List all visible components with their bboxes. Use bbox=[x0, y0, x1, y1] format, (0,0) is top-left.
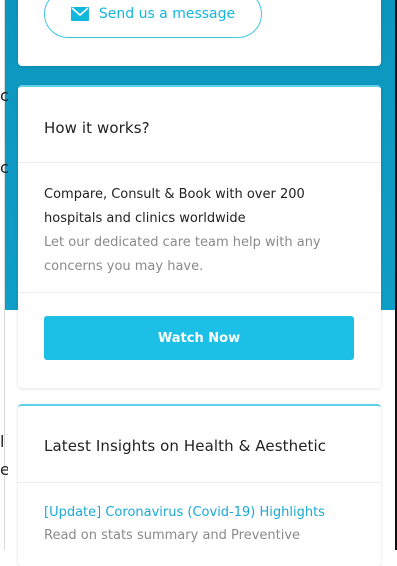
insights-card: Latest Insights on Health & Aesthetic [U… bbox=[18, 404, 381, 566]
insight-article-link[interactable]: [Update] Coronavirus (Covid-19) Highligh… bbox=[44, 505, 325, 520]
background-text-fragment: l bbox=[0, 432, 5, 451]
divider bbox=[18, 482, 381, 483]
background-text-fragment: c bbox=[0, 86, 8, 105]
send-message-button[interactable]: Send us a message bbox=[44, 0, 262, 38]
how-it-works-main-text: Compare, Consult & Book with over 200 ho… bbox=[44, 187, 305, 226]
how-it-works-title: How it works? bbox=[44, 119, 150, 137]
how-it-works-description: Compare, Consult & Book with over 200 ho… bbox=[44, 183, 364, 279]
envelope-icon bbox=[70, 7, 89, 21]
how-it-works-sub-text: Let our dedicated care team help with an… bbox=[44, 235, 321, 274]
contact-card: Send us a message bbox=[18, 0, 381, 66]
divider bbox=[18, 162, 381, 163]
watch-now-button[interactable]: Watch Now bbox=[44, 316, 354, 360]
insight-article-summary: Read on stats summary and Preventive bbox=[44, 528, 301, 543]
background-text-fragment: e bbox=[0, 460, 8, 479]
insights-title: Latest Insights on Health & Aesthetic bbox=[44, 437, 327, 455]
send-message-label: Send us a message bbox=[98, 6, 236, 22]
divider bbox=[18, 292, 381, 293]
background-text-fragment: c bbox=[0, 158, 8, 177]
how-it-works-card: How it works? Compare, Consult & Book wi… bbox=[18, 85, 381, 388]
